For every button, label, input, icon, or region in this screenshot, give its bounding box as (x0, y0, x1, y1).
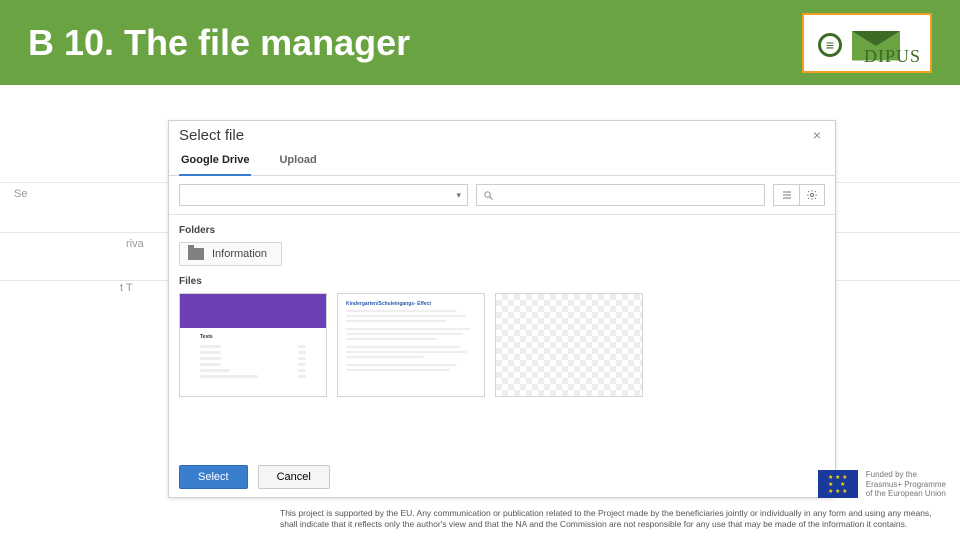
thumbnail-header (180, 294, 326, 328)
list-view-button[interactable] (773, 184, 799, 206)
dialog-footer: Select Cancel (169, 457, 835, 497)
thumbnail-body: Tests (194, 328, 312, 397)
tab-google-drive[interactable]: Google Drive (179, 148, 251, 176)
file-browser-body: Folders Information Files Tests (169, 214, 835, 457)
transparent-image-icon (496, 294, 642, 396)
eu-funding-text: Funded by the Erasmus+ Programme of the … (866, 470, 946, 499)
slide-header: B 10. The file manager DIPUS (0, 0, 960, 85)
settings-button[interactable] (799, 184, 825, 206)
gear-icon (806, 189, 818, 201)
file-thumbnail[interactable] (495, 293, 643, 397)
select-file-dialog: Select file × Google Drive Upload ▾ Fold… (168, 120, 836, 498)
search-icon (483, 190, 494, 201)
eu-funding-badge: ★ ★ ★★ ★★ ★ ★ Funded by the Erasmus+ Pro… (818, 470, 946, 499)
bg-text-fragment: t T (120, 282, 133, 294)
plug-icon (818, 33, 842, 57)
file-thumbnail[interactable]: Tests (179, 293, 327, 397)
cancel-button[interactable]: Cancel (258, 465, 330, 489)
tab-upload[interactable]: Upload (277, 148, 318, 175)
logo-text: DIPUS (864, 46, 921, 67)
eu-stars: ★ ★ ★★ ★★ ★ ★ (818, 470, 858, 498)
list-icon (781, 189, 793, 201)
eu-line: of the European Union (866, 489, 946, 499)
eu-line: Erasmus+ Programme (866, 480, 946, 490)
files-grid: Tests Kindergarten/Schuleingangs- Effect (179, 293, 825, 397)
file-toolbar: ▾ (169, 176, 835, 214)
search-input[interactable] (476, 184, 765, 206)
bg-text-fragment: riva (126, 238, 144, 250)
thumbnail-title: Kindergarten/Schuleingangs- Effect (346, 300, 476, 308)
files-section-label: Files (179, 276, 825, 287)
folders-section-label: Folders (179, 225, 825, 236)
view-controls (773, 184, 825, 206)
source-tabs: Google Drive Upload (169, 148, 835, 176)
folder-item[interactable]: Information (179, 242, 282, 266)
close-button[interactable]: × (809, 127, 825, 144)
eu-flag-icon: ★ ★ ★★ ★★ ★ ★ (818, 470, 858, 498)
folder-name: Information (212, 248, 267, 260)
select-button[interactable]: Select (179, 465, 248, 489)
bg-text-fragment: Se (14, 188, 27, 200)
disclaimer-text: This project is supported by the EU. Any… (280, 508, 950, 529)
eu-line: Funded by the (866, 470, 946, 480)
folder-icon (188, 248, 204, 260)
slide-title: B 10. The file manager (28, 22, 410, 64)
tab-label: Upload (279, 154, 316, 166)
thumbnail-body: Kindergarten/Schuleingangs- Effect (338, 294, 484, 377)
dialog-titlebar: Select file × (169, 121, 835, 148)
dialog-title: Select file (179, 127, 244, 144)
file-thumbnail[interactable]: Kindergarten/Schuleingangs- Effect (337, 293, 485, 397)
tab-label: Google Drive (181, 154, 249, 166)
breadcrumb-dropdown[interactable]: ▾ (179, 184, 468, 206)
chevron-down-icon: ▾ (456, 190, 461, 201)
dipus-logo: DIPUS (802, 13, 932, 73)
thumbnail-title: Tests (200, 334, 306, 340)
